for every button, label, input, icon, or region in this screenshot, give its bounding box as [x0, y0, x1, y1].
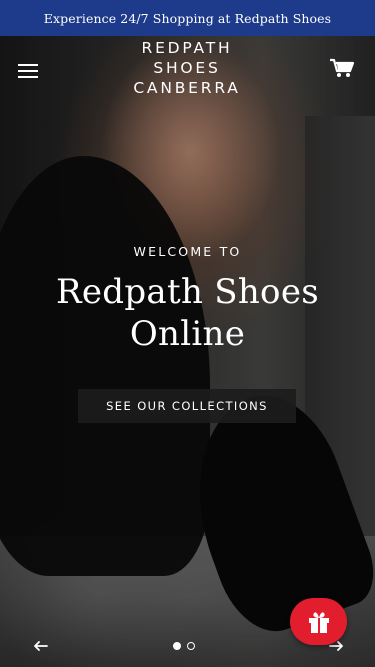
slideshow-dot-1[interactable] [173, 642, 181, 650]
hero-heading: Redpath Shoes Online [0, 271, 375, 355]
page: Experience 24/7 Shopping at Redpath Shoe… [0, 0, 375, 667]
hero-heading-line: Online [129, 314, 246, 354]
hero-heading-line: Redpath Shoes [55, 272, 320, 312]
cart-button[interactable] [329, 58, 355, 80]
logo-line: REDPATH [141, 39, 233, 57]
cart-icon [330, 58, 355, 77]
hamburger-icon [18, 64, 38, 66]
arrow-left-icon [34, 641, 48, 651]
logo-line: CANBERRA [133, 79, 241, 97]
site-header: REDPATH SHOES CANBERRA [0, 36, 375, 106]
gift-icon [308, 611, 329, 633]
site-logo[interactable]: REDPATH SHOES CANBERRA [87, 38, 287, 98]
menu-button[interactable] [18, 64, 38, 78]
slideshow-dots [173, 642, 205, 652]
logo-line: SHOES [153, 59, 221, 77]
hero-content: WELCOME TO Redpath Shoes Online [0, 244, 375, 355]
hero-subheading: WELCOME TO [133, 244, 242, 259]
see-collections-button[interactable]: SEE OUR COLLECTIONS [78, 389, 296, 423]
slideshow-dot-2[interactable] [187, 642, 195, 650]
gift-button[interactable] [290, 598, 347, 645]
announcement-text: Experience 24/7 Shopping at Redpath Shoe… [43, 10, 332, 26]
announcement-bar[interactable]: Experience 24/7 Shopping at Redpath Shoe… [0, 0, 375, 36]
slideshow-prev-button[interactable] [33, 638, 49, 654]
